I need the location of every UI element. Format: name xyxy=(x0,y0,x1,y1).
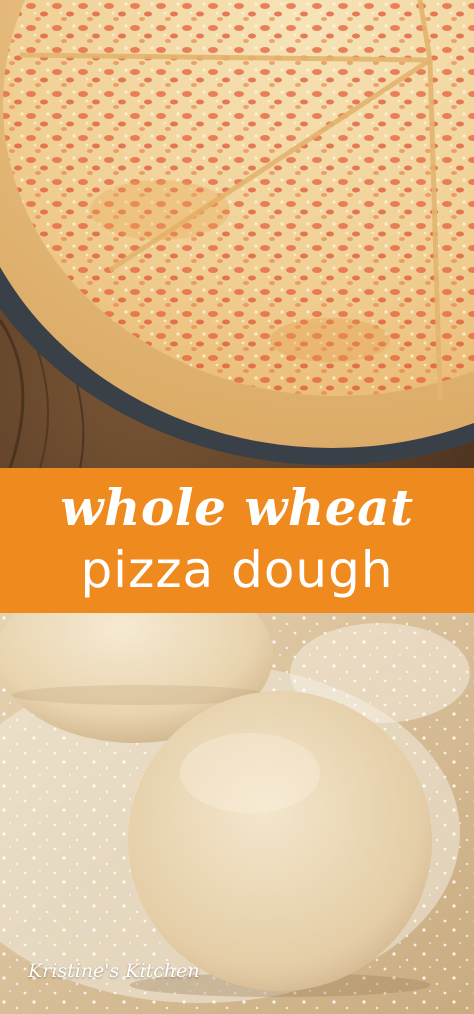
title-line-whole-wheat: whole wheat xyxy=(60,478,414,537)
pizza-photo xyxy=(0,0,474,468)
watermark-logo: Kristine's Kitchen xyxy=(28,960,200,982)
dough-balls-image xyxy=(0,613,474,1014)
title-line-pizza-dough: pizza dough xyxy=(80,541,394,599)
recipe-pin: whole wheat pizza dough Kristine's Kitch… xyxy=(0,0,474,1014)
title-banner: whole wheat pizza dough xyxy=(0,468,474,613)
dough-photo xyxy=(0,613,474,1014)
cheese-pizza-image xyxy=(0,0,474,468)
